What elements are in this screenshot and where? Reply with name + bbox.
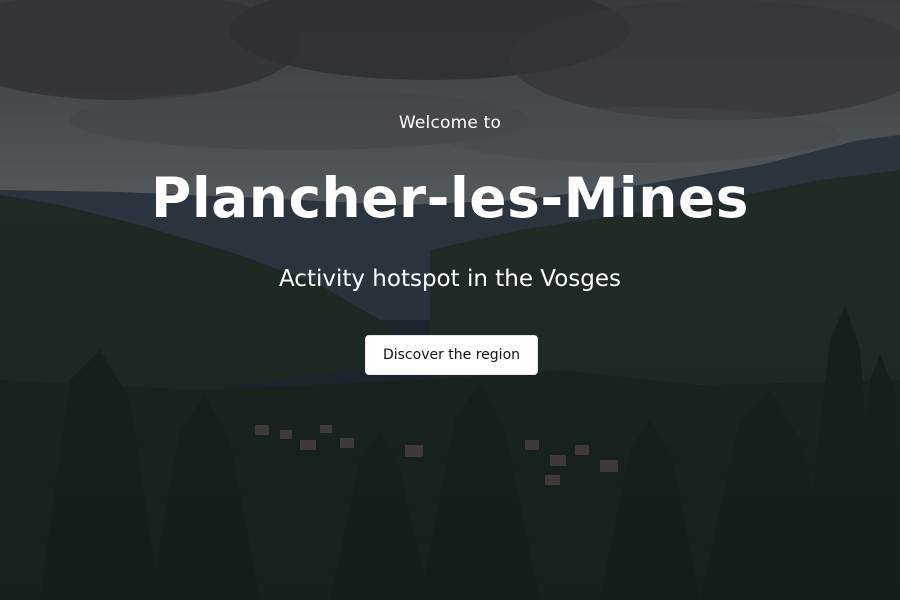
hero-content: Welcome to Plancher-les-Mines Activity h… — [0, 0, 900, 600]
hero-section: Welcome to Plancher-les-Mines Activity h… — [0, 0, 900, 600]
hero-tagline: Activity hotspot in the Vosges — [278, 266, 622, 292]
discover-region-button[interactable]: Discover the region — [365, 335, 538, 375]
hero-title: Plancher-les-Mines — [151, 166, 749, 230]
welcome-eyebrow: Welcome to — [398, 113, 502, 133]
